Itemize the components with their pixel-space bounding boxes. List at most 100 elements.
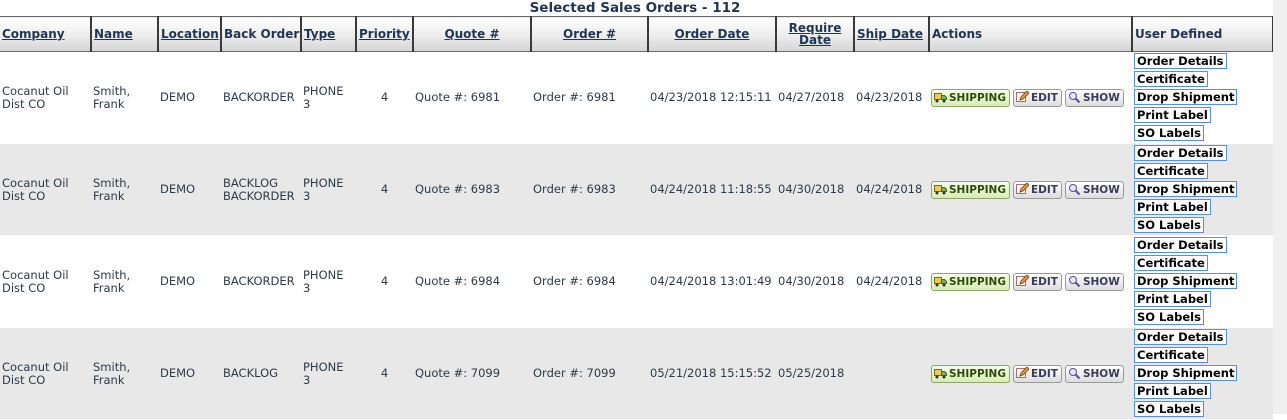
so-labels-link[interactable]: SO Labels bbox=[1134, 217, 1204, 233]
column-header-ship-date[interactable]: Ship Date bbox=[853, 16, 929, 52]
print-label-link[interactable]: Print Label bbox=[1134, 383, 1211, 399]
column-header-back-order: Back Order bbox=[220, 16, 301, 52]
edit-button[interactable]: EDIT bbox=[1012, 180, 1062, 199]
priority-cell: 4 bbox=[356, 143, 413, 236]
name-cell: Smith, Frank bbox=[91, 235, 158, 328]
vertical-scrollbar[interactable] bbox=[1273, 0, 1287, 414]
location-cell: DEMO bbox=[158, 235, 221, 328]
location-cell: DEMO bbox=[158, 327, 221, 420]
so-labels-link[interactable]: SO Labels bbox=[1134, 401, 1204, 417]
print-label-link[interactable]: Print Label bbox=[1134, 107, 1211, 123]
column-header-order[interactable]: Order # bbox=[530, 16, 648, 52]
priority-cell: 4 bbox=[356, 235, 413, 328]
sort-link-order-date[interactable]: Order Date bbox=[675, 27, 750, 41]
so-labels-link[interactable]: SO Labels bbox=[1134, 125, 1204, 141]
sort-link-require-date[interactable]: Require Date bbox=[789, 21, 842, 47]
name-cell: Smith, Frank bbox=[91, 143, 158, 236]
actions-cell: SHIPPING EDIT SHOW bbox=[929, 235, 1132, 328]
edit-button[interactable]: EDIT bbox=[1012, 88, 1062, 107]
require-date-cell: 04/30/2018 bbox=[776, 235, 854, 328]
shipping-button[interactable]: SHIPPING bbox=[931, 364, 1010, 383]
certificate-link[interactable]: Certificate bbox=[1134, 255, 1208, 271]
back-order-cell: BACKLOG BACKORDER bbox=[221, 143, 301, 236]
sort-link-name[interactable]: Name bbox=[94, 27, 133, 41]
type-cell: PHONE 3 bbox=[301, 51, 356, 144]
show-button[interactable]: SHOW bbox=[1064, 272, 1124, 291]
column-header-require-date[interactable]: Require Date bbox=[775, 16, 854, 52]
order-details-link[interactable]: Order Details bbox=[1134, 145, 1227, 161]
so-labels-link[interactable]: SO Labels bbox=[1134, 309, 1204, 325]
column-header-actions: Actions bbox=[928, 16, 1132, 52]
ship-date-cell: 04/24/2018 bbox=[854, 235, 929, 328]
order-details-link[interactable]: Order Details bbox=[1134, 53, 1227, 69]
edit-button-label: EDIT bbox=[1030, 91, 1058, 104]
column-header-company[interactable]: Company bbox=[0, 16, 91, 52]
sort-link-order[interactable]: Order # bbox=[563, 27, 616, 41]
order-date-cell: 05/21/2018 15:15:52 bbox=[648, 327, 776, 420]
column-header-priority[interactable]: Priority bbox=[355, 16, 413, 52]
table-row: Cocanut Oil Dist CO Smith, Frank DEMO BA… bbox=[0, 235, 1273, 328]
shipping-button-label: SHIPPING bbox=[949, 275, 1006, 288]
order-details-link[interactable]: Order Details bbox=[1134, 329, 1227, 345]
type-cell: PHONE 3 bbox=[301, 327, 356, 420]
column-header-quote[interactable]: Quote # bbox=[412, 16, 531, 52]
show-button[interactable]: SHOW bbox=[1064, 180, 1124, 199]
drop-shipment-link[interactable]: Drop Shipment bbox=[1134, 89, 1238, 105]
sort-link-type[interactable]: Type bbox=[304, 27, 335, 41]
user-defined-cell: Order Details Certificate Drop Shipment … bbox=[1132, 327, 1273, 420]
column-header-location[interactable]: Location bbox=[157, 16, 221, 52]
pencil-icon bbox=[1015, 273, 1030, 287]
certificate-link[interactable]: Certificate bbox=[1134, 71, 1208, 87]
order-details-link[interactable]: Order Details bbox=[1134, 237, 1227, 253]
edit-button[interactable]: EDIT bbox=[1012, 272, 1062, 291]
shipping-button[interactable]: SHIPPING bbox=[931, 180, 1010, 199]
sort-link-company[interactable]: Company bbox=[2, 27, 65, 41]
priority-cell: 4 bbox=[356, 327, 413, 420]
certificate-link[interactable]: Certificate bbox=[1134, 347, 1208, 363]
edit-button-label: EDIT bbox=[1030, 275, 1058, 288]
column-header-order-date[interactable]: Order Date bbox=[647, 16, 776, 52]
column-header-user-defined: User Defined bbox=[1131, 16, 1274, 52]
shipping-button[interactable]: SHIPPING bbox=[931, 88, 1010, 107]
show-button[interactable]: SHOW bbox=[1064, 88, 1124, 107]
sort-link-priority[interactable]: Priority bbox=[359, 27, 410, 41]
type-cell: PHONE 3 bbox=[301, 143, 356, 236]
drop-shipment-link[interactable]: Drop Shipment bbox=[1134, 181, 1238, 197]
column-header-type[interactable]: Type bbox=[300, 16, 356, 52]
location-cell: DEMO bbox=[158, 143, 221, 236]
shipping-button-label: SHIPPING bbox=[949, 183, 1006, 196]
truck-icon bbox=[934, 183, 947, 195]
show-button-label: SHOW bbox=[1082, 275, 1120, 288]
ship-date-cell bbox=[854, 327, 929, 420]
shipping-button[interactable]: SHIPPING bbox=[931, 272, 1010, 291]
back-order-cell: BACKORDER bbox=[221, 235, 301, 328]
print-label-link[interactable]: Print Label bbox=[1134, 199, 1211, 215]
print-label-link[interactable]: Print Label bbox=[1134, 291, 1211, 307]
ship-date-cell: 04/24/2018 bbox=[854, 143, 929, 236]
company-cell: Cocanut Oil Dist CO bbox=[0, 51, 91, 144]
truck-icon bbox=[934, 275, 947, 287]
shipping-button-label: SHIPPING bbox=[949, 367, 1006, 380]
sort-link-quote[interactable]: Quote # bbox=[444, 27, 499, 41]
sort-link-location[interactable]: Location bbox=[161, 27, 219, 41]
show-button[interactable]: SHOW bbox=[1064, 364, 1124, 383]
require-date-cell: 04/30/2018 bbox=[776, 143, 854, 236]
drop-shipment-link[interactable]: Drop Shipment bbox=[1134, 365, 1238, 381]
location-cell: DEMO bbox=[158, 51, 221, 144]
certificate-link[interactable]: Certificate bbox=[1134, 163, 1208, 179]
drop-shipment-link[interactable]: Drop Shipment bbox=[1134, 273, 1238, 289]
table-row: Cocanut Oil Dist CO Smith, Frank DEMO BA… bbox=[0, 51, 1273, 144]
back-order-cell: BACKLOG bbox=[221, 327, 301, 420]
column-header-name[interactable]: Name bbox=[90, 16, 158, 52]
sort-link-ship-date[interactable]: Ship Date bbox=[857, 27, 923, 41]
show-button-label: SHOW bbox=[1082, 183, 1120, 196]
order-cell: Order #: 7099 bbox=[531, 327, 648, 420]
quote-cell: Quote #: 7099 bbox=[413, 327, 531, 420]
magnifier-icon bbox=[1068, 183, 1081, 195]
edit-button[interactable]: EDIT bbox=[1012, 364, 1062, 383]
quote-cell: Quote #: 6981 bbox=[413, 51, 531, 144]
order-cell: Order #: 6983 bbox=[531, 143, 648, 236]
sales-orders-table: Company Name Location Back Order Type Pr… bbox=[0, 16, 1274, 420]
company-cell: Cocanut Oil Dist CO bbox=[0, 143, 91, 236]
pencil-icon bbox=[1015, 89, 1030, 103]
